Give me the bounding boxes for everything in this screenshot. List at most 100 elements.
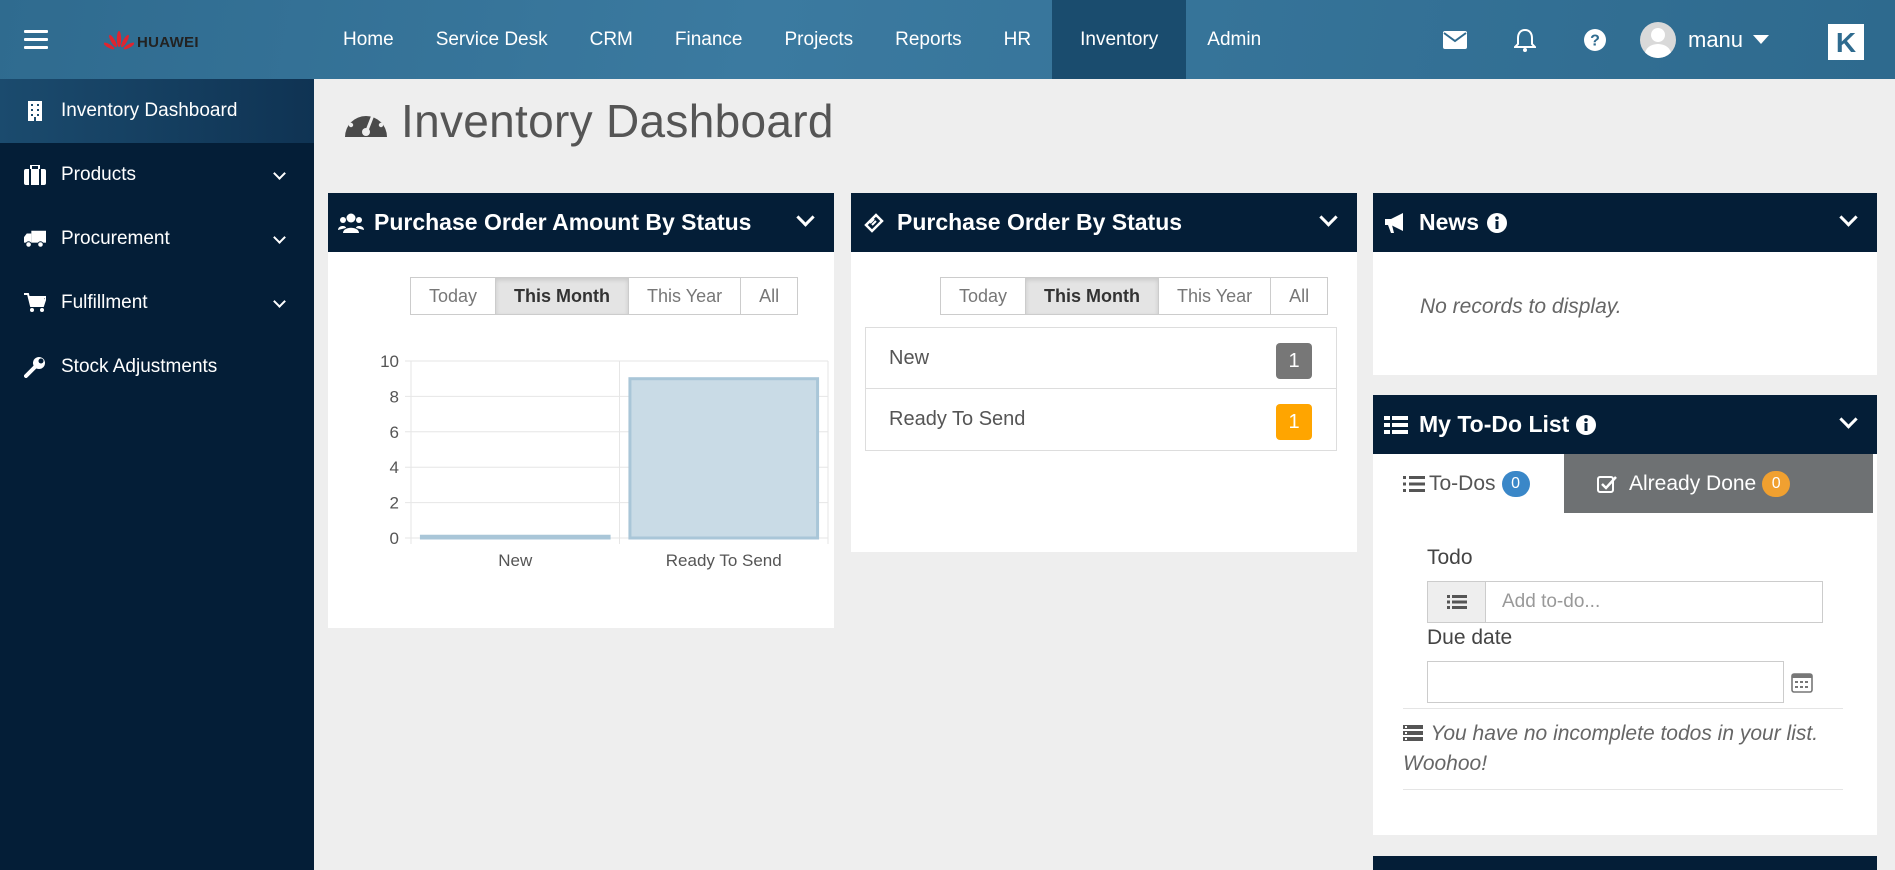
collapse-chevron-icon[interactable] [796,208,815,227]
nav-admin[interactable]: Admin [1186,0,1282,79]
nav-crm[interactable]: CRM [569,0,654,79]
sidebar-item-label: Inventory Dashboard [61,100,238,121]
status-count-badge: 1 [1276,404,1312,440]
brand-name: HUAWEI [137,33,199,51]
filter-this-month[interactable]: This Month [496,278,630,314]
po-amount-header: Purchase Order Amount By Status [328,193,834,252]
sidebar: Inventory Dashboard Products Procurement… [0,79,314,870]
tab-todos-label: To-Dos [1429,471,1496,495]
news-header: News [1373,193,1877,252]
top-right-icons: ? manu [1440,0,1770,79]
tab-already-done[interactable]: Already Done 0 [1564,454,1873,513]
due-date-input[interactable] [1428,662,1783,702]
status-label: Ready To Send [889,408,1026,430]
tasks-icon [1403,725,1423,741]
filter-today[interactable]: Today [411,278,497,314]
todo-title: My To-Do List [1419,411,1570,437]
bar-ready-to-send [628,377,820,540]
x-tick-label: New [498,551,533,570]
status-row-ready-to-send[interactable]: Ready To Send 1 [866,389,1336,450]
collapse-chevron-icon[interactable] [1319,208,1338,227]
nav-reports[interactable]: Reports [874,0,983,79]
filter-today[interactable]: Today [941,278,1027,314]
po-amount-bar-chart: 0 2 4 6 8 10 New Ready To Send [380,352,829,570]
po-status-panel: Purchase Order By Status Today This Mont… [851,193,1357,552]
todos-count-badge: 0 [1501,470,1530,497]
sidebar-item-label: Procurement [61,228,170,249]
nav-inventory[interactable]: Inventory [1052,0,1187,79]
avatar [1640,21,1676,58]
collapse-chevron-icon[interactable] [1839,410,1858,429]
todo-input-group [1427,581,1823,623]
y-tick-label: 8 [390,387,399,406]
status-count-badge: 1 [1276,343,1312,379]
username: manu [1688,26,1744,52]
filter-this-year[interactable]: This Year [1159,278,1272,314]
hamburger-menu-icon[interactable] [24,30,48,50]
nav-hr[interactable]: HR [983,0,1052,79]
chevron-down-icon [273,295,286,308]
sidebar-item-products[interactable]: Products [0,143,314,207]
nav-finance[interactable]: Finance [654,0,764,79]
sidebar-item-label: Fulfillment [61,292,148,313]
news-title: News [1419,209,1480,235]
filter-all[interactable]: All [741,278,798,314]
sidebar-item-label: Stock Adjustments [61,356,218,377]
po-amount-title: Purchase Order Amount By Status [374,209,752,235]
users-icon [338,210,364,236]
y-tick-label: 2 [390,494,399,513]
bell-icon[interactable] [1510,25,1540,55]
question-icon[interactable]: ? [1580,25,1610,55]
megaphone-icon [1383,210,1409,236]
brand-logo[interactable]: HUAWEI [104,31,199,53]
news-panel: News No records to display. [1373,193,1877,375]
x-tick-label: Ready To Send [666,551,782,570]
calendar-icon[interactable] [1791,671,1813,693]
todo-empty-message: You have no incomplete todos in your lis… [1403,708,1843,790]
info-icon[interactable] [1575,414,1597,436]
tab-already-done-label: Already Done [1629,471,1757,495]
nav-service-desk[interactable]: Service Desk [415,0,569,79]
sidebar-item-stock-adjustments[interactable]: Stock Adjustments [0,335,314,399]
tab-todos[interactable]: To-Dos 0 [1373,454,1564,513]
user-menu[interactable]: manu [1640,21,1770,58]
info-icon[interactable] [1486,212,1508,234]
app-logo[interactable]: K [1828,24,1864,60]
list-addon-icon [1428,582,1486,622]
bar-new [419,534,611,540]
todo-label: Todo [1427,546,1473,569]
po-status-filter: Today This Month This Year All [940,277,1329,315]
next-panel-header [1373,856,1877,870]
y-tick-label: 6 [390,423,399,442]
page-title-text: Inventory Dashboard [401,95,834,147]
due-date-label: Due date [1427,626,1513,649]
chevron-down-icon [273,231,286,244]
todo-input[interactable] [1486,582,1822,622]
collapse-chevron-icon[interactable] [1839,208,1858,227]
nav-projects[interactable]: Projects [764,0,875,79]
top-navbar: HUAWEI Home Service Desk CRM Finance Pro… [0,0,1895,79]
check-square-icon [1597,475,1617,493]
y-tick-label: 4 [390,458,399,477]
chevron-down-icon [273,167,286,180]
ticket-icon [861,210,887,236]
filter-all[interactable]: All [1271,278,1328,314]
status-list: New 1 Ready To Send 1 [865,327,1337,451]
todo-empty-text: You have no incomplete todos in your lis… [1403,722,1819,775]
nav-home[interactable]: Home [322,0,415,79]
news-empty-message: No records to display. [1420,295,1622,318]
huawei-petal-icon [104,31,134,50]
briefcase-icon [24,164,46,186]
filter-this-year[interactable]: This Year [629,278,742,314]
envelope-icon[interactable] [1440,25,1470,55]
sidebar-item-procurement[interactable]: Procurement [0,207,314,271]
status-row-new[interactable]: New 1 [866,328,1336,389]
list-icon [1383,412,1409,438]
filter-this-month[interactable]: This Month [1026,278,1160,314]
po-amount-panel: Purchase Order Amount By Status Today Th… [328,193,834,628]
sidebar-item-inventory-dashboard[interactable]: Inventory Dashboard [0,79,314,143]
sidebar-item-fulfillment[interactable]: Fulfillment [0,271,314,335]
todo-header: My To-Do List [1373,395,1877,454]
main-nav: Home Service Desk CRM Finance Projects R… [322,0,1282,79]
dashboard-gauge-icon [345,107,387,137]
